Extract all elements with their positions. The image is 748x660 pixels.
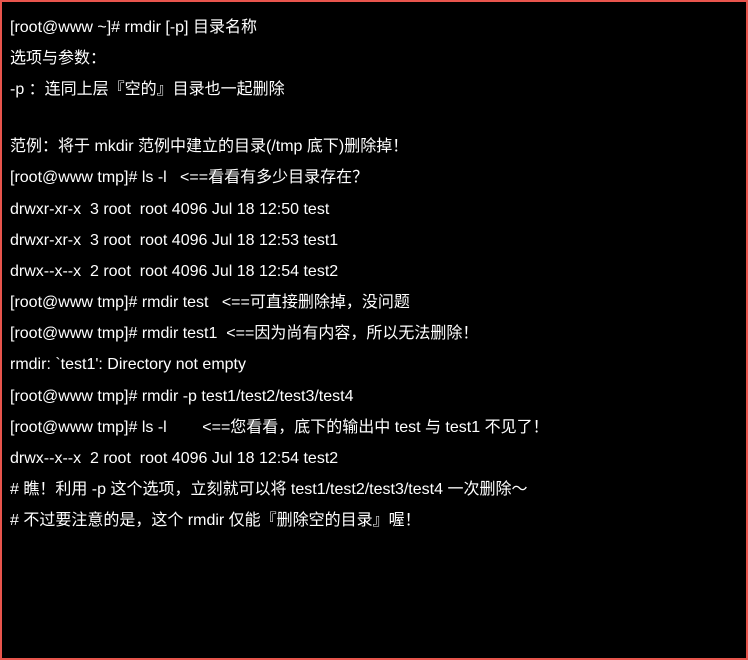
terminal-line: drwxr-xr-x 3 root root 4096 Jul 18 12:50… <box>10 194 738 225</box>
terminal-line: drwxr-xr-x 3 root root 4096 Jul 18 12:53… <box>10 225 738 256</box>
terminal-line: drwx--x--x 2 root root 4096 Jul 18 12:54… <box>10 256 738 287</box>
terminal-line: [root@www tmp]# rmdir test1 <==因为尚有内容，所以… <box>10 318 738 349</box>
terminal-line: # 瞧！利用 -p 这个选项，立刻就可以将 test1/test2/test3/… <box>10 474 738 505</box>
terminal-line: drwx--x--x 2 root root 4096 Jul 18 12:54… <box>10 443 738 474</box>
terminal-line: -p ：连同上层『空的』目录也一起删除 <box>10 74 738 105</box>
terminal-line: [root@www tmp]# ls -l <==您看看，底下的输出中 test… <box>10 412 738 443</box>
terminal-line: 选项与参数： <box>10 43 738 74</box>
terminal-line: [root@www ~]# rmdir [-p] 目录名称 <box>10 12 738 43</box>
terminal-line: [root@www tmp]# rmdir test <==可直接删除掉，没问题 <box>10 287 738 318</box>
terminal-output: [root@www ~]# rmdir [-p] 目录名称 选项与参数： -p … <box>10 12 738 537</box>
terminal-line: # 不过要注意的是，这个 rmdir 仅能『删除空的目录』喔！ <box>10 505 738 536</box>
terminal-line: 范例：将于 mkdir 范例中建立的目录(/tmp 底下)删除掉！ <box>10 131 738 162</box>
blank-line <box>10 106 738 132</box>
terminal-line: rmdir: `test1': Directory not empty <box>10 349 738 380</box>
terminal-line: [root@www tmp]# ls -l <==看看有多少目录存在？ <box>10 162 738 193</box>
terminal-line: [root@www tmp]# rmdir -p test1/test2/tes… <box>10 381 738 412</box>
